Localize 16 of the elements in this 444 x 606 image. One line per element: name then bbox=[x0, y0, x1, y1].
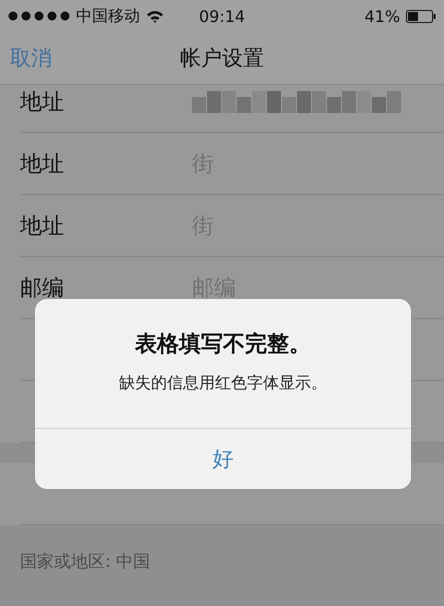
field-label: 地址 bbox=[20, 213, 65, 241]
alert-title: 表格填写不完整。 bbox=[135, 331, 311, 359]
field-label: 地址 bbox=[20, 89, 65, 117]
region-note: 国家或地区: 中国 bbox=[19, 551, 152, 573]
alert-message: 缺失的信息用红色字体显示。 bbox=[119, 373, 327, 394]
battery-percent: 41% bbox=[364, 6, 400, 26]
wifi-icon bbox=[146, 10, 164, 22]
ok-button[interactable]: 好 bbox=[35, 428, 411, 489]
screen-title: 帐户设置 bbox=[180, 45, 264, 72]
carrier-name: 中国移动 bbox=[76, 6, 140, 26]
clock-time: 09:14 bbox=[198, 6, 246, 26]
signal-icon bbox=[8, 11, 70, 21]
field-label: 地址 bbox=[20, 151, 65, 179]
field-label: 邮编 bbox=[20, 275, 65, 303]
battery-icon bbox=[406, 10, 436, 22]
cancel-button[interactable]: 取消 bbox=[10, 44, 52, 72]
